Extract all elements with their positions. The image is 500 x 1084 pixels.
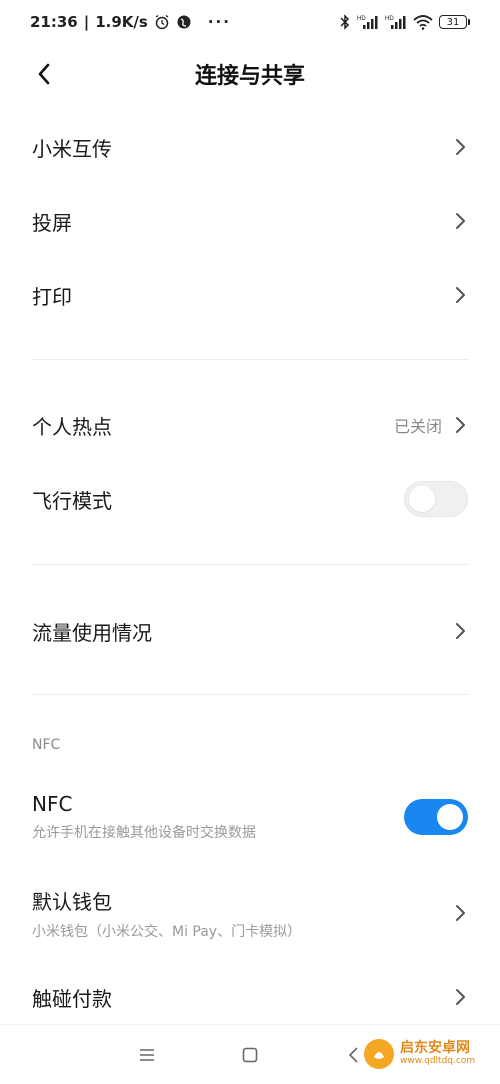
status-bar: 21:36 | 1.9K/s ··· HD HD 31 bbox=[0, 0, 500, 44]
section-divider bbox=[32, 564, 468, 565]
watermark-url: www.qdltdq.com bbox=[400, 1055, 476, 1066]
wifi-icon bbox=[413, 14, 433, 30]
chevron-right-icon bbox=[452, 137, 468, 157]
site-watermark: 启东安卓网 www.qdltdq.com bbox=[364, 1024, 494, 1084]
status-time: 21:36 bbox=[30, 13, 78, 31]
data-usage-row[interactable]: 流量使用情况 bbox=[0, 604, 500, 658]
row-label: 默认钱包 bbox=[32, 889, 112, 914]
row-label: 触碰付款 bbox=[32, 986, 112, 1011]
app-header: 连接与共享 bbox=[0, 44, 500, 104]
nav-home-button[interactable] bbox=[236, 1041, 264, 1069]
nfc-toggle[interactable] bbox=[404, 799, 468, 835]
row-label: NFC bbox=[32, 792, 73, 816]
row-subtitle: 小米钱包（小米公交、Mi Pay、门卡模拟） bbox=[32, 923, 302, 940]
default-wallet-row[interactable]: 默认钱包 小米钱包（小米公交、Mi Pay、门卡模拟） bbox=[0, 882, 500, 944]
vpn-globe-icon bbox=[176, 14, 192, 30]
nfc-row: NFC 允许手机在接触其他设备时交换数据 bbox=[0, 786, 500, 848]
toggle-knob bbox=[437, 804, 463, 830]
alarm-icon bbox=[154, 14, 170, 30]
row-label: 小米互传 bbox=[32, 136, 112, 161]
chevron-right-icon bbox=[452, 285, 468, 305]
page-title: 连接与共享 bbox=[194, 64, 305, 89]
hotspot-row[interactable]: 个人热点 已关闭 bbox=[0, 398, 500, 452]
chevron-right-icon bbox=[452, 903, 468, 923]
row-label: 个人热点 bbox=[32, 414, 112, 439]
mi-share-row[interactable]: 小米互传 bbox=[0, 120, 500, 174]
row-label: 打印 bbox=[32, 284, 72, 309]
hotspot-status: 已关闭 bbox=[393, 417, 442, 436]
back-icon bbox=[348, 1047, 358, 1063]
watermark-logo-icon bbox=[364, 1039, 394, 1069]
toggle-knob bbox=[409, 486, 435, 512]
chevron-right-icon bbox=[452, 987, 468, 1007]
svg-text:HD: HD bbox=[385, 16, 394, 22]
print-row[interactable]: 打印 bbox=[0, 268, 500, 322]
chevron-right-icon bbox=[452, 211, 468, 231]
airplane-mode-row: 飞行模式 bbox=[0, 472, 500, 526]
home-icon bbox=[242, 1047, 258, 1063]
cast-row[interactable]: 投屏 bbox=[0, 194, 500, 248]
tap-to-pay-row[interactable]: 触碰付款 bbox=[0, 970, 500, 1024]
section-divider bbox=[32, 694, 468, 695]
svg-text:HD: HD bbox=[357, 16, 366, 22]
row-label: 投屏 bbox=[32, 210, 72, 235]
nav-menu-button[interactable] bbox=[133, 1041, 161, 1069]
row-label: 流量使用情况 bbox=[32, 620, 152, 645]
signal-hd-icon-2: HD bbox=[385, 14, 407, 30]
airplane-mode-toggle[interactable] bbox=[404, 481, 468, 517]
menu-icon bbox=[140, 1049, 154, 1061]
network-speed: 1.9K/s bbox=[95, 13, 148, 31]
battery-icon: 31 bbox=[439, 15, 470, 29]
chevron-right-icon bbox=[452, 415, 468, 435]
row-subtitle: 允许手机在接触其他设备时交换数据 bbox=[32, 825, 256, 841]
chevron-right-icon bbox=[452, 621, 468, 641]
bluetooth-icon bbox=[339, 14, 351, 30]
signal-hd-icon-1: HD bbox=[357, 14, 379, 30]
watermark-title: 启东安卓网 bbox=[400, 1040, 470, 1057]
more-notifications: ··· bbox=[207, 13, 231, 31]
nfc-section-header: NFC bbox=[32, 737, 61, 753]
row-label: 飞行模式 bbox=[32, 488, 112, 513]
section-divider bbox=[32, 359, 468, 360]
